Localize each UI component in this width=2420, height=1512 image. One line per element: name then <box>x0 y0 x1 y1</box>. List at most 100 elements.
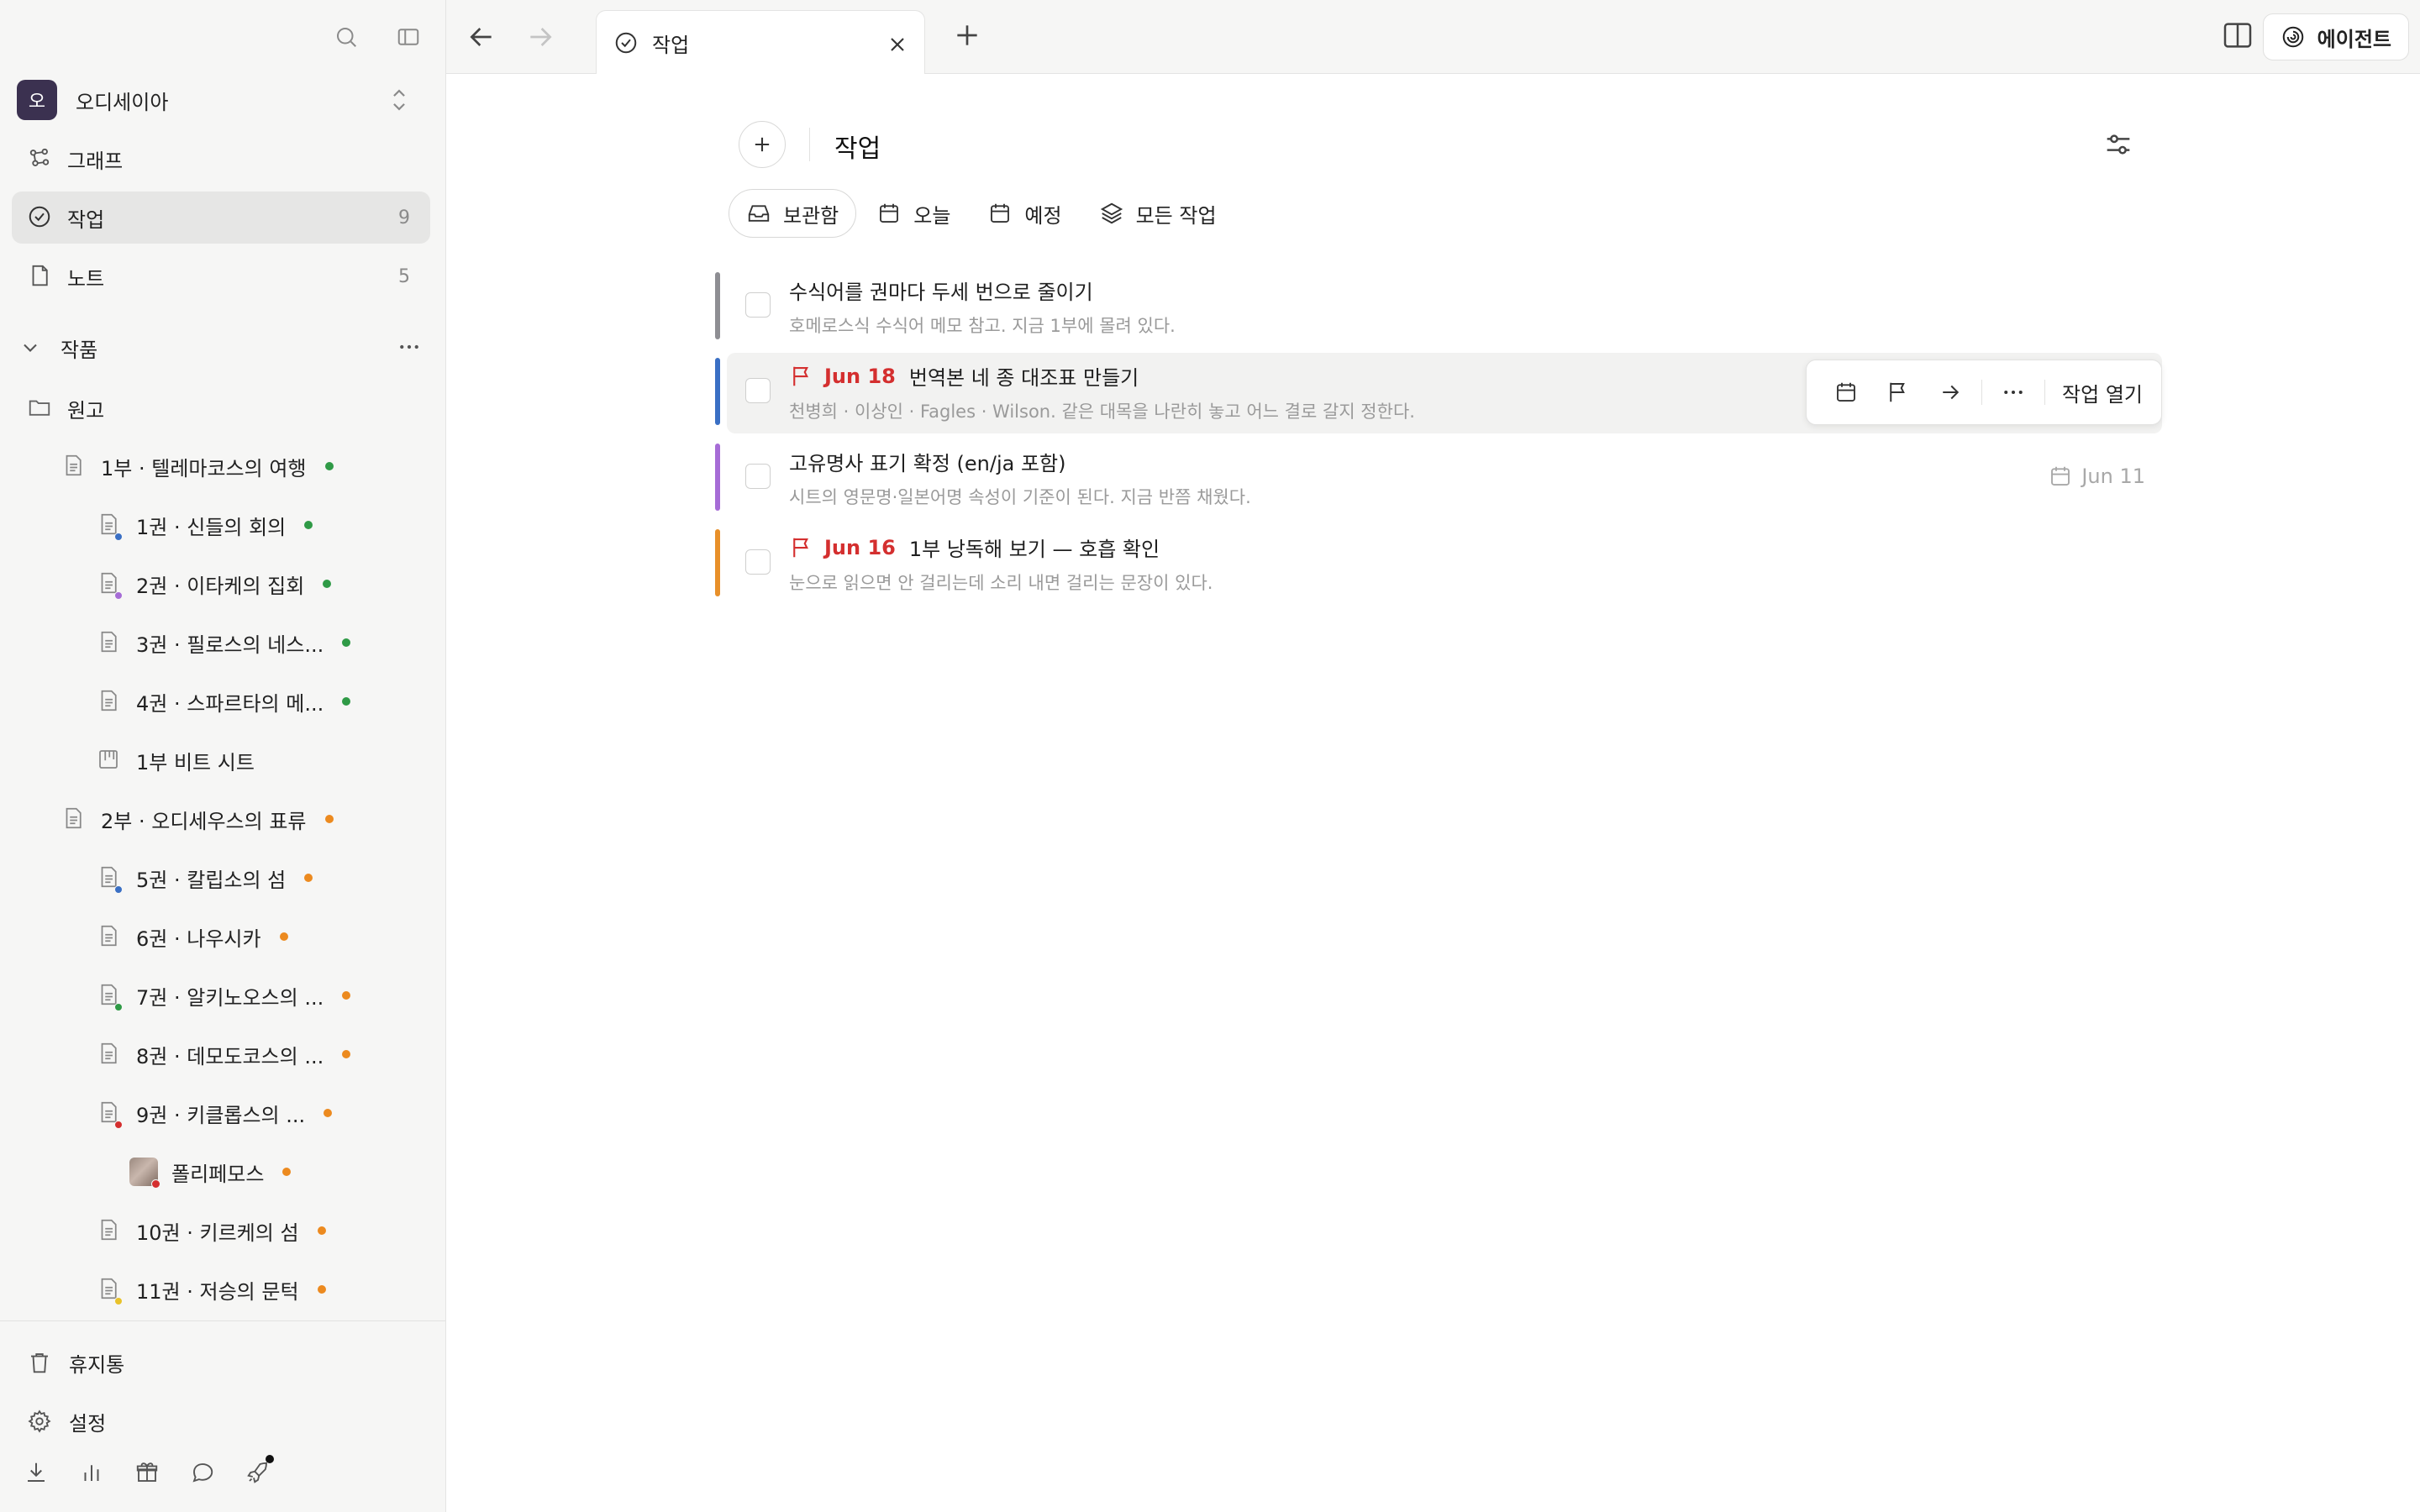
flag-button[interactable] <box>1872 371 1924 413</box>
task-title: 수식어를 권마다 두세 번으로 줄이기 <box>789 281 1093 304</box>
status-dot <box>342 1050 351 1058</box>
sidebar-item-tasks[interactable]: 작업 9 <box>12 192 430 244</box>
workspace-switcher[interactable]: 오 오디세이아 <box>17 80 420 120</box>
flag-icon <box>1890 382 1905 402</box>
tree-item[interactable]: 3권 · 필로스의 네스... <box>96 622 351 664</box>
sidebar-item-graph[interactable]: 그래프 <box>12 133 430 185</box>
task-row[interactable]: 수식어를 권마다 두세 번으로 줄이기 호메로스식 수식어 메모 참고. 지금 … <box>715 272 2162 349</box>
move-button[interactable] <box>1924 371 1976 413</box>
sidebar-item-settings[interactable]: 설정 <box>27 1404 106 1438</box>
section-works-header[interactable]: 작품 <box>18 331 422 365</box>
download-icon[interactable] <box>22 1458 50 1487</box>
sidebar-item-trash[interactable]: 휴지통 <box>27 1346 124 1379</box>
chat-icon[interactable] <box>188 1458 217 1487</box>
task-row[interactable]: Jun 16 1부 낭독해 보기 — 호흡 확인 눈으로 읽으면 안 걸리는데 … <box>715 529 2162 606</box>
schedule-button[interactable] <box>1820 371 1872 413</box>
task-checkbox[interactable] <box>745 464 771 489</box>
tree-item-label: 2부 · 오디세우스의 표류 <box>101 809 307 833</box>
open-task-button[interactable]: 작업 열기 <box>2050 378 2143 407</box>
gift-icon[interactable] <box>133 1458 161 1487</box>
gear-icon <box>28 1410 51 1433</box>
tree-item[interactable]: 2권 · 이타케의 집회 <box>96 563 332 605</box>
inbox-icon <box>748 205 770 222</box>
sidebar-item-label: 그래프 <box>67 149 124 173</box>
status-dot <box>317 1226 326 1235</box>
view-inbox[interactable]: 보관함 <box>729 189 857 238</box>
view-upcoming[interactable]: 예정 <box>971 189 1078 238</box>
task-row[interactable]: 고유명사 표기 확정 (en/ja 포함) 시트의 영문명·일본어명 속성이 기… <box>715 444 2162 521</box>
agent-button[interactable]: 에이전트 <box>2262 13 2409 60</box>
filter-sliders-icon[interactable] <box>2102 128 2135 161</box>
task-checkbox[interactable] <box>745 292 771 318</box>
tree-item[interactable]: 10권 · 키르케의 섬 <box>96 1210 326 1252</box>
more-icon <box>2004 391 2023 394</box>
tree-item-label: 원고 <box>67 398 105 423</box>
plus-icon <box>755 137 770 152</box>
status-dot <box>304 521 313 529</box>
forward-arrow-icon[interactable] <box>523 20 557 54</box>
document-icon <box>96 628 123 657</box>
tab-tasks[interactable]: 작업 <box>596 10 925 75</box>
chevron-down-icon[interactable] <box>18 336 42 360</box>
view-all-tasks[interactable]: 모든 작업 <box>1082 189 1234 238</box>
document-icon <box>96 511 123 541</box>
task-checkbox[interactable] <box>745 549 771 575</box>
task-date-label: Jun 11 <box>2081 465 2145 488</box>
tree-item-label: 11권 · 저승의 문턱 <box>136 1279 299 1304</box>
status-dot <box>282 1168 292 1176</box>
tree-item[interactable]: 8권 · 데모도코스의 ... <box>96 1033 351 1075</box>
status-dot <box>342 697 351 706</box>
sidebar-tools <box>22 1455 274 1487</box>
tree-item-label: 6권 · 나우시카 <box>136 927 261 951</box>
task-note: 호메로스식 수식어 메모 참고. 지금 1부에 몰려 있다. <box>789 316 1176 336</box>
tree-item[interactable]: 1권 · 신들의 회의 <box>96 504 313 546</box>
tree-item[interactable]: 폴리페모스 <box>129 1151 292 1193</box>
toolbar-divider <box>1981 380 1983 405</box>
add-task-button[interactable] <box>739 121 786 168</box>
document-icon <box>96 1099 123 1129</box>
status-dot <box>342 638 351 647</box>
task-color-bar <box>715 272 720 339</box>
more-button[interactable] <box>1987 371 2039 413</box>
tree-item-label: 폴리페모스 <box>171 1162 265 1186</box>
layers-icon <box>1100 202 1123 224</box>
tree-item[interactable]: 1부 · 텔레마코스의 여행 <box>60 445 334 487</box>
document-icon <box>96 922 123 951</box>
task-due-date: Jun 18 <box>824 364 896 388</box>
search-icon[interactable] <box>329 20 363 54</box>
task-hover-toolbar: 작업 열기 <box>1806 360 2162 425</box>
close-icon[interactable] <box>886 33 909 56</box>
more-icon[interactable] <box>397 334 422 360</box>
title-divider <box>809 128 810 161</box>
sidebar-item-notes[interactable]: 노트 5 <box>12 250 430 302</box>
view-today[interactable]: 오늘 <box>860 189 967 238</box>
tree-item[interactable]: 7권 · 알키노오스의 ... <box>96 974 351 1016</box>
tree-item[interactable]: 1부 비트 시트 <box>96 739 255 781</box>
rocket-icon[interactable] <box>244 1455 274 1487</box>
new-tab-plus-icon[interactable] <box>950 18 984 52</box>
sidebar: 오 오디세이아 그래프 작업 9 노트 5 작품 원고 1부 · 텔레마코스의 … <box>0 0 445 1512</box>
tree-item[interactable]: 11권 · 저승의 문턱 <box>96 1268 326 1310</box>
task-note: 시트의 영문명·일본어명 속성이 기준이 된다. 지금 반쯤 채웠다. <box>789 487 1251 507</box>
view-label: 모든 작업 <box>1135 203 1217 228</box>
task-note: 눈으로 읽으면 안 걸리는데 소리 내면 걸리는 문장이 있다. <box>789 573 1213 593</box>
task-row[interactable]: Jun 18 번역본 네 종 대조표 만들기 천병희 · 이상인 · Fagle… <box>715 353 2162 435</box>
chart-icon[interactable] <box>77 1458 106 1487</box>
task-scheduled-date[interactable]: Jun 11 <box>2048 464 2145 489</box>
tree-item[interactable]: 4권 · 스파르타의 메... <box>96 680 351 722</box>
task-checkbox[interactable] <box>745 378 771 403</box>
split-view-icon[interactable] <box>2221 18 2254 52</box>
tree-item[interactable]: 6권 · 나우시카 <box>96 916 288 958</box>
sidebar-item-label: 노트 <box>67 266 105 291</box>
tree-item[interactable]: 5권 · 칼립소의 섬 <box>96 857 313 899</box>
tree-item[interactable]: 2부 · 오디세우스의 표류 <box>60 798 334 840</box>
flag-icon <box>793 366 808 386</box>
tree-item-folder[interactable]: 원고 <box>27 387 104 429</box>
note-icon <box>27 263 54 290</box>
tree-item[interactable]: 9권 · 키클롭스의 ... <box>96 1092 333 1134</box>
document-icon <box>96 1216 123 1245</box>
back-arrow-icon[interactable] <box>465 20 498 54</box>
sidebar-toggle-icon[interactable] <box>392 20 425 54</box>
sidebar-item-label: 작업 <box>67 207 105 232</box>
tasks-page: 작업 보관함 오늘 예정 모든 작업 수식어를 권마다 두세 번으로 줄이기 호… <box>446 74 2420 1512</box>
